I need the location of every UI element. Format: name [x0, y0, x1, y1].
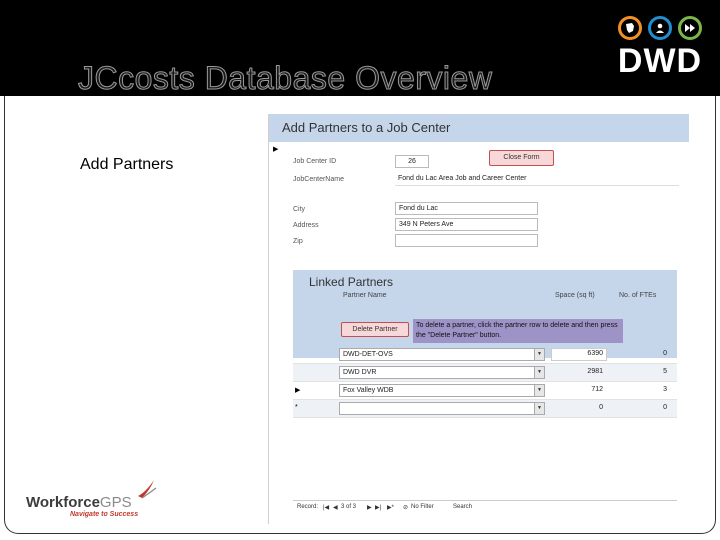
table-row[interactable]: DWD DVR ▼ 2981 5 [293, 364, 677, 382]
row-indicator: ▶ [295, 387, 301, 394]
partner-combo[interactable]: ▼ [339, 402, 545, 415]
first-record-icon[interactable]: |◀ [323, 504, 329, 511]
prev-record-icon[interactable]: ◀ [333, 504, 338, 511]
delete-instructions: To delete a partner, click the partner r… [413, 319, 623, 343]
partner-name: DWD-DET-OVS [343, 351, 393, 358]
dropdown-arrow-icon[interactable]: ▼ [534, 349, 544, 360]
forward-arrows-icon [678, 16, 702, 40]
record-navigation: Record: |◀ ◀ 3 of 3 ▶ ▶| ▶* ⊘ No Filter … [293, 500, 677, 514]
search-box[interactable]: Search [453, 504, 472, 510]
dropdown-arrow-icon[interactable]: ▼ [534, 367, 544, 378]
next-record-icon[interactable]: ▶ [367, 504, 372, 511]
label-zip: Zip [293, 238, 303, 245]
slide: JCcosts Database Overview DWD Add Partne… [0, 0, 720, 540]
last-record-icon[interactable]: ▶| [375, 504, 381, 511]
col-ftes: No. of FTEs [619, 292, 657, 299]
people-icon [648, 16, 672, 40]
slide-title: JCcosts Database Overview [77, 60, 493, 97]
label-job-center-name: JobCenterName [293, 176, 344, 183]
logo-name-part2: GPS [99, 494, 132, 511]
space-value[interactable]: 2981 [563, 368, 603, 375]
ftes-value[interactable]: 0 [627, 404, 667, 411]
job-center-id-field[interactable]: 26 [395, 155, 429, 168]
dropdown-arrow-icon[interactable]: ▼ [534, 403, 544, 414]
ftes-value[interactable]: 5 [627, 368, 667, 375]
wisconsin-map-icon [618, 16, 642, 40]
space-value[interactable]: 0 [563, 404, 603, 411]
table-row[interactable]: DWD-DET-OVS ▼ 6390 0 [293, 346, 677, 364]
close-form-button[interactable]: Close Form [489, 150, 554, 166]
logo-name-part1: Workforce [26, 494, 100, 511]
workforcegps-logo: WorkforceGPS Navigate to Success [26, 478, 157, 528]
job-center-name-field[interactable]: Fond du Lac Area Job and Career Center [395, 173, 679, 186]
delete-partner-button[interactable]: Delete Partner [341, 322, 409, 337]
filter-icon[interactable]: ⊘ [403, 504, 408, 511]
ftes-value[interactable]: 0 [627, 350, 667, 357]
city-field[interactable]: Fond du Lac [395, 202, 538, 215]
linked-partners-subform: Linked Partners Partner Name Space (sq f… [293, 270, 677, 358]
table-row[interactable]: ▶ Fox Valley WDB ▼ 712 3 [293, 382, 677, 400]
zip-field[interactable] [395, 234, 538, 247]
partner-name: DWD DVR [343, 369, 377, 376]
partner-name: Fox Valley WDB [343, 387, 394, 394]
dropdown-arrow-icon[interactable]: ▼ [534, 385, 544, 396]
new-record-icon[interactable]: ▶* [387, 504, 394, 511]
col-partner-name: Partner Name [343, 292, 387, 299]
subform-title: Linked Partners [309, 275, 394, 289]
partner-combo[interactable]: Fox Valley WDB ▼ [339, 384, 545, 397]
form-title: Add Partners to a Job Center [282, 120, 451, 135]
address-field[interactable]: 349 N Peters Ave [395, 218, 538, 231]
partner-combo[interactable]: DWD DVR ▼ [339, 366, 545, 379]
filter-status[interactable]: No Filter [411, 504, 434, 510]
logo-text: DWD [617, 42, 703, 80]
access-form-screenshot: Add Partners to a Job Center ▶ Job Cente… [268, 114, 690, 524]
label-job-center-id: Job Center ID [293, 158, 337, 165]
col-space: Space (sq ft) [555, 292, 595, 299]
logo-tagline: Navigate to Success [70, 511, 139, 518]
partner-combo[interactable]: DWD-DET-OVS ▼ [339, 348, 545, 361]
swoosh-icon [138, 480, 157, 499]
record-selector-icon[interactable]: ▶ [273, 145, 278, 153]
bullet-add-partners: Add Partners [80, 156, 174, 173]
label-address: Address [293, 222, 319, 229]
ftes-value[interactable]: 3 [627, 386, 667, 393]
record-label: Record: [297, 504, 319, 510]
space-value[interactable]: 6390 [563, 350, 603, 357]
record-position[interactable]: 3 of 3 [341, 504, 356, 510]
space-value[interactable]: 712 [563, 386, 603, 393]
form-header: Add Partners to a Job Center [269, 114, 689, 142]
table-row-new[interactable]: * ▼ 0 0 [293, 400, 677, 418]
new-row-indicator: * [295, 404, 298, 411]
label-city: City [293, 206, 306, 213]
dwd-logo: DWD [612, 16, 708, 84]
